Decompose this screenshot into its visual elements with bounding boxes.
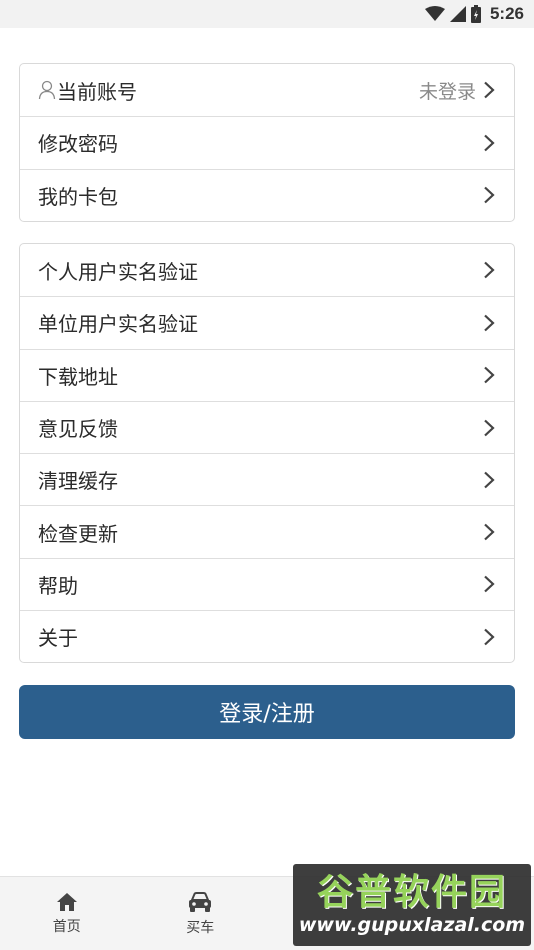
home-icon	[56, 893, 77, 911]
chevron-right-icon	[484, 186, 495, 204]
account-group: 当前账号 未登录 修改密码 我的卡包	[19, 63, 515, 222]
tab-home[interactable]: 首页	[0, 877, 134, 950]
chevron-right-icon	[484, 628, 495, 646]
chevron-right-icon	[484, 419, 495, 436]
row-check-update[interactable]: 检查更新	[20, 505, 514, 557]
signal-icon	[449, 6, 466, 22]
chevron-right-icon	[484, 314, 495, 332]
row-label: 意见反馈	[38, 417, 118, 442]
chevron-right-icon	[484, 134, 495, 152]
row-label: 我的卡包	[38, 184, 118, 209]
chevron-right-icon	[484, 81, 495, 99]
chevron-right-icon	[484, 471, 495, 489]
login-status-value: 未登录	[418, 80, 476, 103]
watermark-title: 谷普软件园	[316, 872, 507, 913]
settings-group: 个人用户实名验证 单位用户实名验证 下载地址 意见反馈 清理缓存 检查更新 帮助…	[19, 243, 515, 664]
row-company-verification[interactable]: 单位用户实名验证	[20, 296, 514, 348]
row-label: 帮助	[38, 573, 78, 598]
row-label: 当前账号	[57, 79, 137, 104]
watermark-logo: 谷普软件园 www.gupuxlazal.com	[293, 864, 531, 946]
row-help[interactable]: 帮助	[20, 557, 514, 610]
row-feedback[interactable]: 意见反馈	[20, 400, 514, 453]
row-clear-cache[interactable]: 清理缓存	[20, 453, 514, 505]
watermark-url: www.gupuxlazal.com	[298, 914, 526, 936]
row-label: 清理缓存	[38, 469, 118, 494]
row-label: 下载地址	[38, 364, 118, 389]
user-icon	[38, 80, 56, 100]
car-icon	[189, 892, 212, 912]
row-about[interactable]: 关于	[20, 610, 514, 662]
status-bar: 5:26	[0, 0, 534, 28]
chevron-right-icon	[484, 261, 495, 279]
row-label: 修改密码	[38, 132, 118, 157]
row-my-wallet[interactable]: 我的卡包	[20, 168, 514, 221]
wifi-icon	[424, 6, 445, 21]
row-label: 关于	[38, 626, 78, 651]
battery-icon	[470, 5, 481, 23]
chevron-right-icon	[484, 523, 495, 541]
login-register-button[interactable]: 登录/注册	[19, 685, 515, 739]
row-label: 个人用户实名验证	[38, 259, 198, 284]
row-label: 检查更新	[38, 521, 118, 546]
tab-label: 买车	[186, 920, 215, 936]
row-label: 单位用户实名验证	[38, 312, 198, 337]
row-current-account[interactable]: 当前账号 未登录	[20, 64, 514, 116]
row-download-address[interactable]: 下载地址	[20, 348, 514, 401]
chevron-right-icon	[484, 366, 495, 384]
row-change-password[interactable]: 修改密码	[20, 116, 514, 168]
tab-label: 首页	[52, 919, 81, 935]
row-personal-verification[interactable]: 个人用户实名验证	[20, 244, 514, 296]
status-time: 5:26	[489, 4, 524, 23]
tab-buy-car[interactable]: 买车	[134, 877, 268, 950]
chevron-right-icon	[484, 576, 495, 593]
